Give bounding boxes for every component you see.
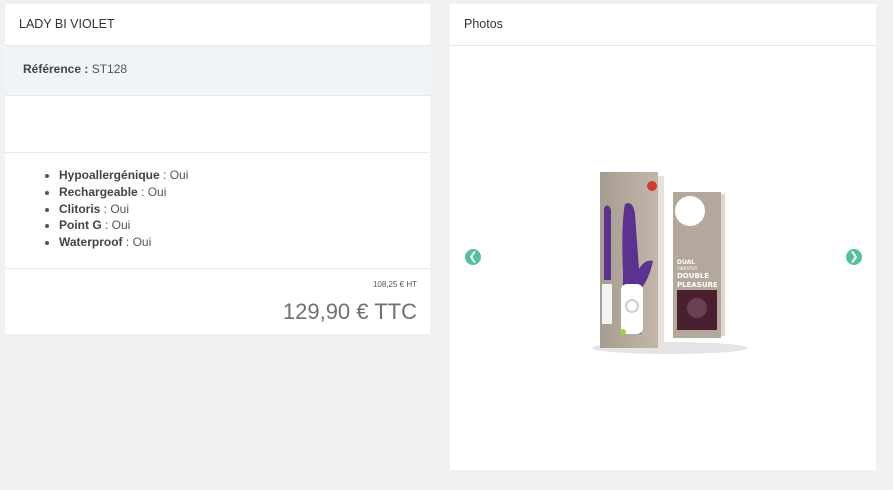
toy-handle [621, 284, 643, 334]
description-area [5, 96, 430, 153]
price-ttc: 129,90 € TTC [282, 299, 417, 324]
carousel-prev-button[interactable]: ❮ [465, 249, 481, 265]
chevron-left-icon: ❮ [468, 251, 478, 263]
toy-small-handle [602, 284, 612, 324]
feature-value: : Oui [159, 168, 189, 182]
feature-item: Clitoris : Oui [59, 201, 430, 218]
box-text-dual: DUAL [677, 259, 695, 266]
product-info-panel: LADY BI VIOLET Référence : ST128 Hypoall… [5, 4, 430, 334]
feature-value: : Oui [137, 184, 167, 199]
price-ht: 108,25 € HT [372, 280, 417, 289]
photos-title: Photos [450, 4, 876, 46]
feature-name: Point G [59, 218, 102, 233]
chevron-right-icon: ❯ [849, 251, 859, 263]
feature-item: Rechargeable : Oui [59, 184, 430, 201]
reference-label: Référence : [23, 62, 89, 76]
box-text-pleasure: PLEASURE [677, 281, 718, 289]
feature-item: Point G : Oui [59, 217, 430, 234]
feature-name: Hypoallergénique [59, 168, 160, 182]
feature-item: Hypoallergénique : Oui [59, 167, 430, 184]
photos-panel: Photos ❮ ❯ DUAL VIBRATOR DOUBLE PLEASURE [450, 4, 876, 470]
feature-list: Hypoallergénique : Oui Rechargeable : Ou… [5, 167, 430, 251]
feature-name: Rechargeable [59, 184, 138, 199]
feature-item: Waterproof : Oui [59, 234, 430, 251]
box-text-double: DOUBLE [677, 272, 709, 280]
product-title: LADY BI VIOLET [5, 4, 430, 46]
box-side [658, 176, 664, 346]
reference-row: Référence : ST128 [5, 46, 430, 96]
product-photo: DUAL VIBRATOR DOUBLE PLEASURE [592, 172, 748, 354]
box-back-badge [675, 196, 705, 226]
toy-green-dot [620, 329, 626, 335]
reference-value: ST128 [91, 62, 128, 76]
box-back-photo-detail [687, 298, 707, 318]
feature-value: : Oui [122, 235, 152, 250]
feature-value: : Oui [101, 218, 131, 233]
price-box: 108,25 € HT 129,90 € TTC [5, 269, 430, 333]
box-badge [647, 181, 657, 191]
carousel-next-button[interactable]: ❯ [846, 249, 862, 265]
feature-name: Clitoris [59, 201, 101, 216]
box-text-vibrator: VIBRATOR [677, 266, 697, 271]
feature-list-section: Hypoallergénique : Oui Rechargeable : Ou… [5, 153, 430, 269]
feature-value: : Oui [100, 201, 130, 216]
box-back-side [721, 194, 725, 336]
feature-name: Waterproof [59, 235, 123, 250]
toy-small-shaft [604, 205, 611, 280]
